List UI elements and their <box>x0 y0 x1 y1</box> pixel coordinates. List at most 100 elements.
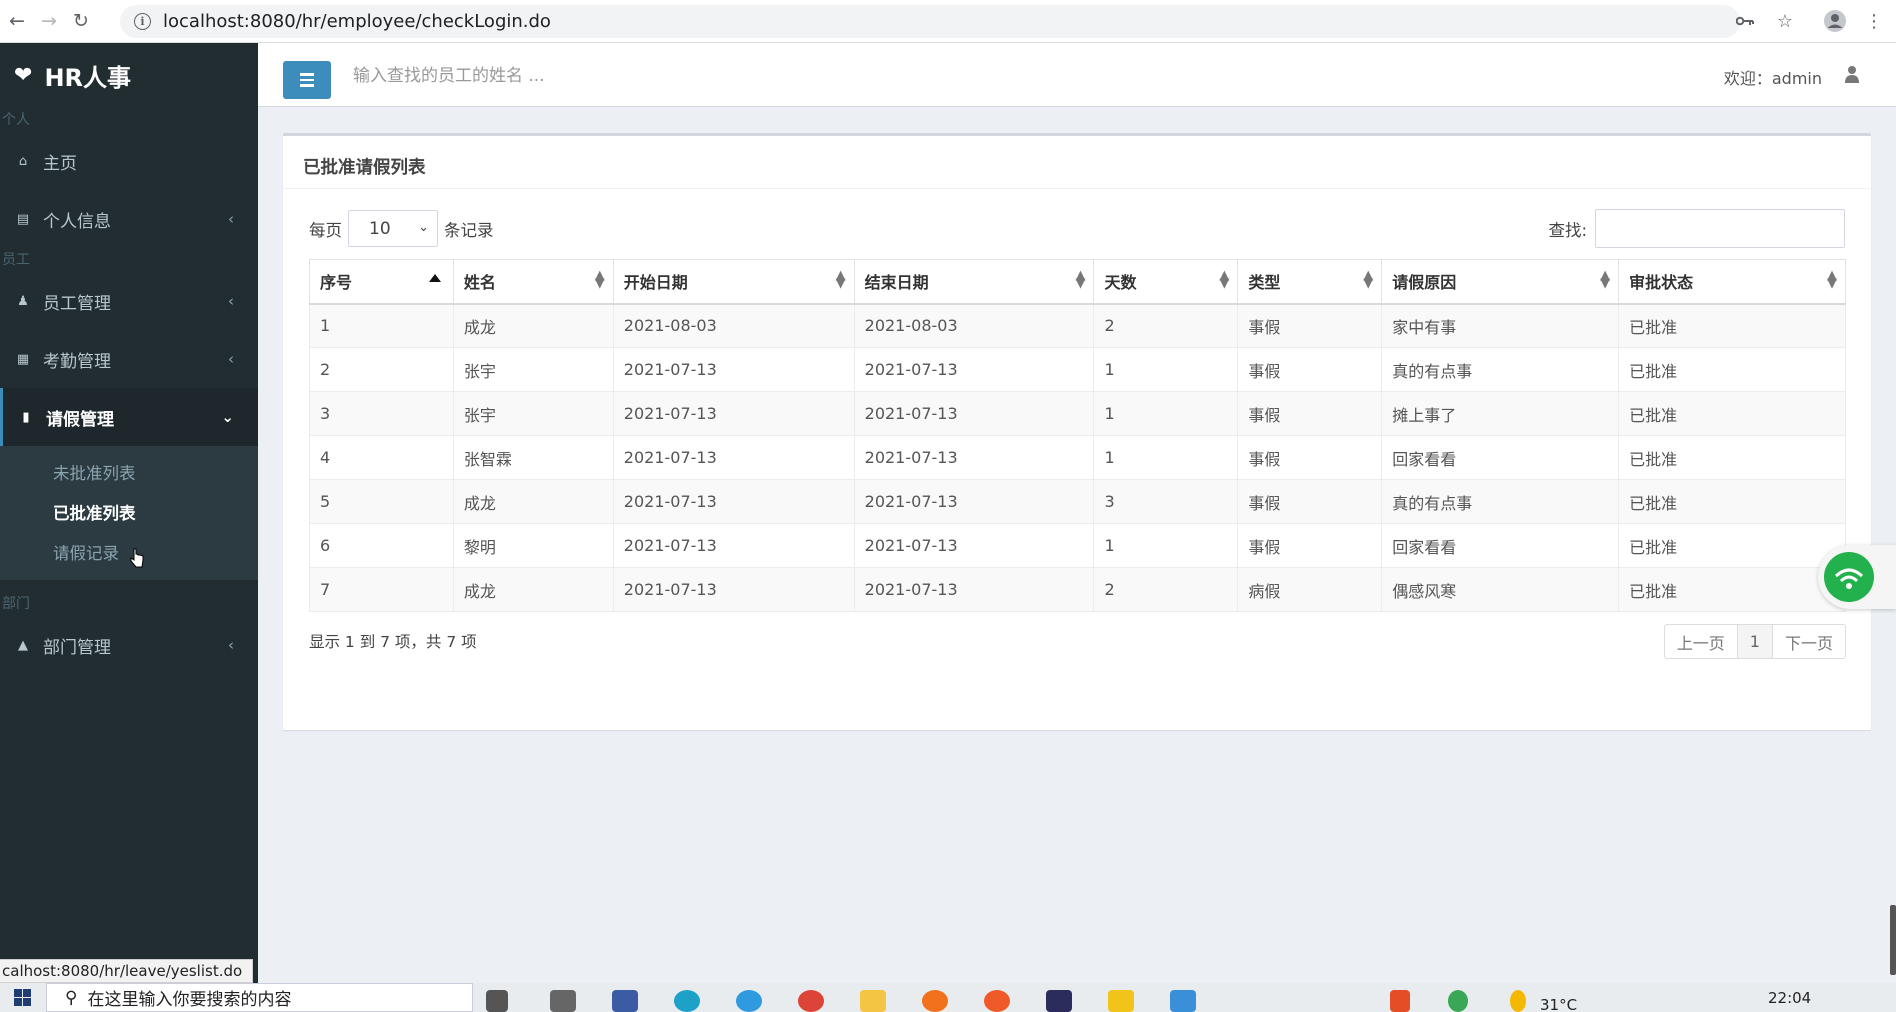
submenu-leave-records[interactable]: 请假记录 <box>0 532 258 572</box>
leave-submenu: 未批准列表 已批准列表 请假记录 <box>0 446 258 580</box>
cell-name: 成龙 <box>452 303 614 348</box>
cell-name: 张宇 <box>452 347 614 392</box>
app-icon[interactable] <box>922 990 948 1012</box>
column-header-days[interactable]: 天数 ▲ ▼ <box>1093 259 1239 305</box>
user-icon[interactable] <box>1844 65 1860 83</box>
cell-end-date: 2021-08-03 <box>853 303 1095 348</box>
scrollbar-thumb[interactable] <box>1890 905 1896 975</box>
hamburger-icon-bar <box>300 73 314 76</box>
employee-search-input[interactable] <box>353 59 753 93</box>
sort-icon: ▲ ▼ <box>835 268 846 291</box>
reload-icon[interactable]: ↻ <box>66 6 96 36</box>
cell-status: 已批准 <box>1618 523 1846 568</box>
app-logo[interactable]: ❤ HR人事 <box>0 43 258 108</box>
url-text[interactable]: localhost:8080/hr/employee/checkLogin.do <box>163 11 551 32</box>
cell-name: 成龙 <box>452 567 614 612</box>
bookmark-star-icon[interactable]: ☆ <box>1774 8 1796 34</box>
app-icon[interactable] <box>984 990 1010 1012</box>
chevron-left-icon: ‹ <box>228 292 234 310</box>
cell-reason: 家中有事 <box>1381 303 1620 348</box>
cell-type: 事假 <box>1237 303 1383 348</box>
cell-start-date: 2021-07-13 <box>612 567 855 612</box>
cell-days: 1 <box>1093 347 1239 392</box>
cell-end-date: 2021-07-13 <box>853 347 1095 392</box>
sidebar-item-home[interactable]: ⌂ 主页 <box>0 132 258 190</box>
edge-icon[interactable] <box>674 990 700 1012</box>
page-length-suffix: 条记录 <box>444 220 494 240</box>
section-header-department: 部门 <box>2 596 30 612</box>
photos-icon[interactable] <box>1170 990 1196 1012</box>
chrome-icon[interactable] <box>798 990 824 1012</box>
floating-network-widget[interactable] <box>1818 545 1896 609</box>
sidebar-item-employee-mgmt[interactable]: ♟ 员工管理 ‹ <box>0 272 258 330</box>
profile-avatar-icon[interactable] <box>1822 8 1848 34</box>
taskbar-search-placeholder: 在这里输入你要搜索的内容 <box>87 990 292 1010</box>
page-length-select[interactable]: 10 ⌄ <box>348 210 438 247</box>
column-header-index[interactable]: 序号 <box>309 259 454 305</box>
sidebar-item-dept-mgmt[interactable]: ▲ 部门管理 ‹ <box>0 616 258 674</box>
app-icon[interactable] <box>612 990 638 1012</box>
sidebar-toggle-button[interactable] <box>283 61 331 99</box>
cell-type: 事假 <box>1237 479 1383 524</box>
key-icon[interactable] <box>1734 8 1756 34</box>
weather-icon <box>1510 990 1526 1012</box>
taskbar-search-box[interactable]: ⚲ 在这里输入你要搜索的内容 <box>46 983 473 1012</box>
column-header-name[interactable]: 姓名 ▲ ▼ <box>452 259 614 305</box>
column-header-label: 序号 <box>320 273 353 293</box>
column-header-label: 姓名 <box>463 273 496 293</box>
cell-days: 2 <box>1093 567 1239 612</box>
sidebar-item-profile[interactable]: ▤ 个人信息 ‹ <box>0 190 258 248</box>
browser-menu-icon[interactable]: ⋮ <box>1864 8 1884 34</box>
chevron-left-icon: ‹ <box>228 350 234 368</box>
app-icon[interactable] <box>1108 990 1134 1012</box>
column-header-status[interactable]: 审批状态 ▲ ▼ <box>1618 259 1846 305</box>
bookmark-icon: ▮ <box>22 409 30 425</box>
column-header-start-date[interactable]: 开始日期 ▲ ▼ <box>612 259 855 305</box>
ie-icon[interactable] <box>736 990 762 1012</box>
cell-start-date: 2021-07-13 <box>612 347 855 392</box>
task-view-icon[interactable] <box>550 990 576 1012</box>
cell-status: 已批准 <box>1618 391 1846 436</box>
prev-page-button[interactable]: 上一页 <box>1665 625 1738 658</box>
back-icon[interactable]: ← <box>2 6 32 36</box>
sidebar-item-attendance-mgmt[interactable]: ▦ 考勤管理 ‹ <box>0 330 258 388</box>
windows-start-icon[interactable] <box>0 983 44 1012</box>
section-header-personal: 个人 <box>2 112 30 128</box>
page-length-prefix: 每页 <box>309 220 342 240</box>
intellij-icon[interactable] <box>1046 990 1072 1012</box>
column-header-label: 审批状态 <box>1629 273 1694 293</box>
column-header-label: 天数 <box>1104 273 1137 293</box>
cell-start-date: 2021-07-13 <box>612 479 855 524</box>
table-row: 6 黎明 2021-07-13 2021-07-13 1 事假 回家看看 已批准 <box>309 523 1846 568</box>
cell-name: 成龙 <box>452 479 614 524</box>
logo-text: HR人事 <box>44 64 132 92</box>
column-header-end-date[interactable]: 结束日期 ▲ ▼ <box>853 259 1095 305</box>
cell-index: 7 <box>309 567 454 612</box>
pagination: 上一页 1 下一页 <box>1663 624 1846 659</box>
sidebar-item-leave-mgmt[interactable]: ▮ 请假管理 ⌄ <box>0 388 258 446</box>
submenu-unapproved-list[interactable]: 未批准列表 <box>0 452 258 492</box>
site-info-icon[interactable]: i <box>134 13 151 30</box>
cell-status: 已批准 <box>1618 567 1846 612</box>
home-icon: ⌂ <box>18 153 28 169</box>
cortana-icon[interactable] <box>486 990 508 1012</box>
taskbar-clock[interactable]: 22:04 <box>1768 989 1811 1007</box>
cell-end-date: 2021-07-13 <box>853 391 1095 436</box>
link-status-tooltip: calhost:8080/hr/leave/yeslist.do <box>0 959 254 983</box>
html5-icon[interactable] <box>1390 990 1410 1012</box>
cell-reason: 偶感风寒 <box>1381 567 1620 612</box>
address-bar[interactable]: i localhost:8080/hr/employee/checkLogin.… <box>120 5 1740 38</box>
forward-icon[interactable]: → <box>34 6 64 36</box>
cell-reason: 真的有点事 <box>1381 479 1620 524</box>
table-search-input[interactable] <box>1595 209 1845 248</box>
file-explorer-icon[interactable] <box>860 990 886 1012</box>
network-icon[interactable] <box>1448 990 1468 1012</box>
column-header-type[interactable]: 类型 ▲ ▼ <box>1237 259 1383 305</box>
id-card-icon: ▤ <box>16 211 30 227</box>
next-page-button[interactable]: 下一页 <box>1773 625 1845 658</box>
sidebar-item-label: 主页 <box>43 153 77 174</box>
cell-days: 1 <box>1093 391 1239 436</box>
submenu-approved-list[interactable]: 已批准列表 <box>0 492 258 532</box>
page-number-button[interactable]: 1 <box>1737 625 1773 658</box>
column-header-reason[interactable]: 请假原因 ▲ ▼ <box>1381 259 1620 305</box>
